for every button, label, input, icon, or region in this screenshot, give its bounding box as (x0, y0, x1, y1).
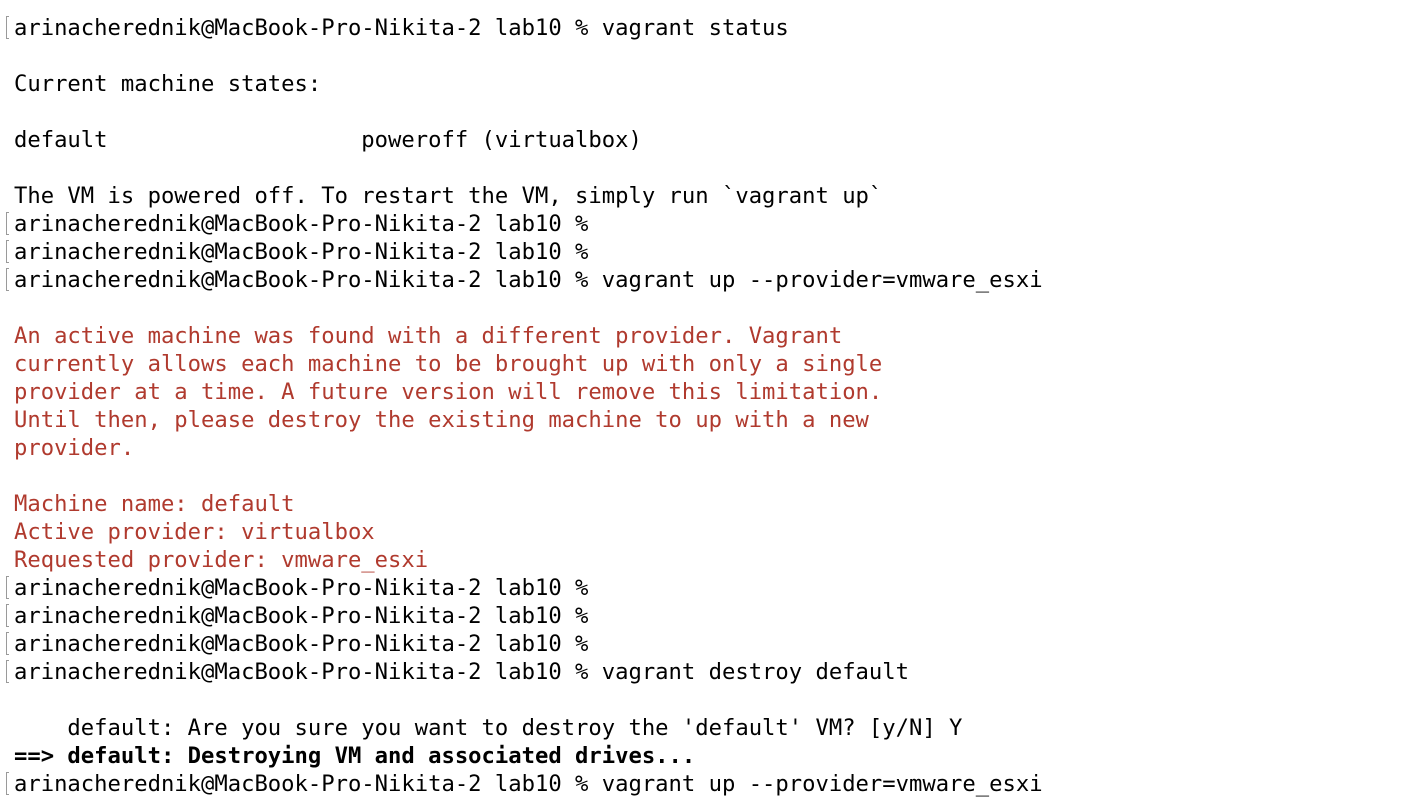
line-text: arinacherednik@MacBook-Pro-Nikita-2 lab1… (14, 631, 589, 657)
line-text: provider at a time. A future version wil… (14, 379, 883, 405)
prompt-line: arinacherednik@MacBook-Pro-Nikita-2 lab1… (0, 574, 1402, 602)
prompt-line: arinacherednik@MacBook-Pro-Nikita-2 lab1… (0, 770, 1402, 798)
prompt-line: arinacherednik@MacBook-Pro-Nikita-2 lab1… (0, 602, 1402, 630)
output-line: default poweroff (virtualbox) (0, 126, 1402, 154)
line-text: arinacherednik@MacBook-Pro-Nikita-2 lab1… (14, 211, 589, 237)
prompt-line: arinacherednik@MacBook-Pro-Nikita-2 lab1… (0, 14, 1402, 42)
error-line: currently allows each machine to be brou… (0, 350, 1402, 378)
line-text: arinacherednik@MacBook-Pro-Nikita-2 lab1… (14, 603, 589, 629)
line-text: Machine name: default (14, 491, 295, 517)
error-line: provider. (0, 434, 1402, 462)
terminal-output[interactable]: arinacherednik@MacBook-Pro-Nikita-2 lab1… (0, 14, 1402, 804)
prompt-line: arinacherednik@MacBook-Pro-Nikita-2 lab1… (0, 210, 1402, 238)
prompt-line: arinacherednik@MacBook-Pro-Nikita-2 lab1… (0, 630, 1402, 658)
prompt-marker-icon (6, 772, 9, 795)
line-text: Current machine states: (14, 71, 322, 97)
prompt-marker-icon (6, 660, 9, 683)
output-line: default: Are you sure you want to destro… (0, 714, 1402, 742)
prompt-line: arinacherednik@MacBook-Pro-Nikita-2 lab1… (0, 238, 1402, 266)
prompt-line: arinacherednik@MacBook-Pro-Nikita-2 lab1… (0, 266, 1402, 294)
prompt-line: arinacherednik@MacBook-Pro-Nikita-2 lab1… (0, 658, 1402, 686)
prompt-marker-icon (6, 16, 9, 39)
prompt-marker-icon (6, 240, 9, 263)
prompt-marker-icon (6, 604, 9, 627)
line-text: An active machine was found with a diffe… (14, 323, 843, 349)
error-line: Requested provider: vmware_esxi (0, 546, 1402, 574)
line-text: currently allows each machine to be brou… (14, 351, 883, 377)
line-text: arinacherednik@MacBook-Pro-Nikita-2 lab1… (14, 15, 789, 41)
line-text: Requested provider: vmware_esxi (14, 547, 429, 573)
line-text: Until then, please destroy the existing … (14, 407, 869, 433)
prompt-marker-icon (6, 268, 9, 291)
prompt-marker-icon (6, 212, 9, 235)
line-text: arinacherednik@MacBook-Pro-Nikita-2 lab1… (14, 575, 589, 601)
line-text: Active provider: virtualbox (14, 519, 375, 545)
prompt-marker-icon (6, 576, 9, 599)
prompt-marker-icon (6, 632, 9, 655)
error-line: Until then, please destroy the existing … (0, 406, 1402, 434)
error-line: An active machine was found with a diffe… (0, 322, 1402, 350)
output-line: Current machine states: (0, 70, 1402, 98)
line-text: The VM is powered off. To restart the VM… (14, 183, 883, 209)
line-text: default: Are you sure you want to destro… (14, 715, 963, 741)
line-text: provider. (14, 435, 135, 461)
error-line: Active provider: virtualbox (0, 518, 1402, 546)
line-text: arinacherednik@MacBook-Pro-Nikita-2 lab1… (14, 239, 589, 265)
error-line: Machine name: default (0, 490, 1402, 518)
output-line: The VM is powered off. To restart the VM… (0, 182, 1402, 210)
line-text: ==> default: Destroying VM and associate… (14, 743, 696, 769)
line-text: arinacherednik@MacBook-Pro-Nikita-2 lab1… (14, 267, 1043, 293)
status-line: ==> default: Destroying VM and associate… (0, 742, 1402, 770)
line-text: default poweroff (virtualbox) (14, 127, 642, 153)
error-line: provider at a time. A future version wil… (0, 378, 1402, 406)
line-text: arinacherednik@MacBook-Pro-Nikita-2 lab1… (14, 771, 1043, 797)
line-text: arinacherednik@MacBook-Pro-Nikita-2 lab1… (14, 659, 909, 685)
